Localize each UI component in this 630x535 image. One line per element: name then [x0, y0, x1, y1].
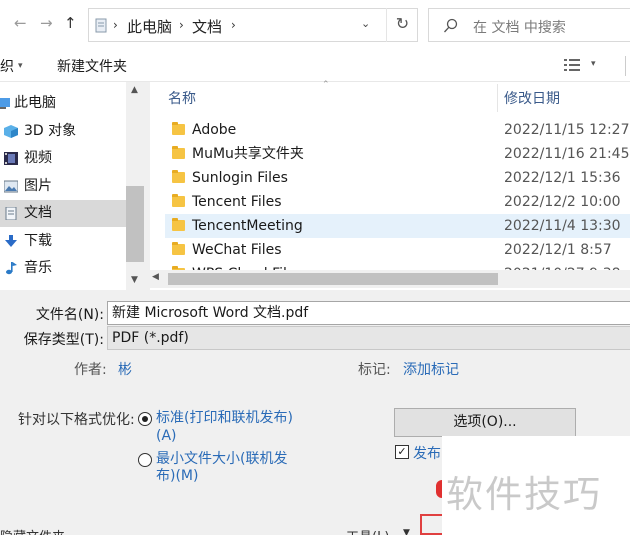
nav-item-documents[interactable]: 文档: [0, 200, 126, 227]
picture-icon: [4, 180, 18, 193]
file-list-scroll-thumb[interactable]: [168, 273, 498, 285]
file-row[interactable]: WeChat Files 2022/12/1 8:57: [165, 238, 630, 262]
radio-standard-label[interactable]: 标准(打印和联机发布): [156, 409, 293, 427]
radio-min-size[interactable]: [138, 453, 152, 467]
address-bar-area: ← → ↑ › 此电脑 › 文档 › ⌄ ↻ 在 文档 中搜索: [0, 0, 630, 50]
hide-folders-toggle[interactable]: 隐藏文件夹: [0, 526, 65, 535]
video-icon: [4, 152, 18, 165]
folder-icon: [172, 194, 185, 207]
back-icon[interactable]: ←: [14, 14, 27, 32]
options-button[interactable]: 选项(O)...: [394, 408, 576, 437]
toolbar: 织 ▾ 新建文件夹 ▾: [0, 50, 630, 82]
music-icon: [6, 262, 17, 275]
watermark-text: 软件技巧: [446, 473, 602, 516]
nav-item-music[interactable]: 音乐: [0, 255, 126, 282]
nav-item-videos[interactable]: 视频: [0, 145, 126, 172]
nav-scroll-thumb[interactable]: [126, 186, 144, 262]
new-folder-button[interactable]: 新建文件夹: [57, 56, 127, 76]
file-row-selected[interactable]: TencentMeeting 2022/11/4 13:30: [165, 214, 630, 238]
organize-button[interactable]: 织: [0, 56, 14, 76]
author-field[interactable]: 彬: [118, 359, 132, 379]
search-box[interactable]: 在 文档 中搜索: [428, 8, 630, 42]
up-icon[interactable]: ↑: [64, 14, 77, 32]
nav-item-this-pc[interactable]: 此电脑: [0, 90, 126, 117]
filetype-label: 保存类型(T):: [23, 332, 104, 348]
folder-icon: [172, 146, 185, 159]
column-divider[interactable]: [497, 84, 498, 112]
chevron-down-icon[interactable]: ⌄: [361, 17, 370, 30]
filename-label: 文件名(N):: [35, 307, 104, 323]
publish-checkbox[interactable]: ✓: [395, 445, 409, 459]
radio-standard[interactable]: [138, 412, 152, 426]
navigation-pane: 此电脑 3D 对象 视频 图片 文档 下载 音乐: [0, 82, 144, 290]
cube-icon: [4, 125, 18, 138]
document-location-icon: [95, 18, 107, 33]
publish-checkbox-label[interactable]: 发布: [413, 443, 441, 463]
view-list-icon[interactable]: [564, 58, 580, 72]
folder-icon: [172, 170, 185, 183]
author-label: 作者:: [74, 362, 107, 378]
computer-icon: [0, 98, 10, 109]
scroll-left-icon[interactable]: ◀: [152, 272, 159, 282]
tools-menu-button[interactable]: 工具(L): [346, 526, 389, 535]
watermark: 软件技巧: [442, 436, 630, 535]
nav-item-pictures[interactable]: 图片: [0, 173, 126, 200]
breadcrumb-item-this-pc[interactable]: 此电脑: [127, 16, 172, 37]
folder-icon: [172, 218, 185, 231]
file-row[interactable]: Tencent Files 2022/12/2 10:00: [165, 190, 630, 214]
scroll-up-icon[interactable]: ▲: [131, 85, 138, 95]
sort-caret-icon: ⌃: [322, 80, 330, 90]
refresh-icon[interactable]: ↻: [386, 8, 418, 42]
folder-icon: [172, 122, 185, 135]
folder-icon: [172, 242, 185, 255]
scroll-down-icon[interactable]: ▼: [131, 275, 138, 285]
radio-min-size-label[interactable]: 最小文件大小(联机发: [156, 450, 287, 468]
chevron-right-icon: ›: [179, 18, 184, 32]
optimize-label: 针对以下格式优化:: [18, 412, 135, 428]
caret-down-icon: ▾: [18, 61, 23, 71]
nav-scrollbar[interactable]: ▲ ▼: [126, 82, 144, 290]
chevron-right-icon: ›: [113, 18, 118, 32]
file-row[interactable]: Adobe 2022/11/15 12:27: [165, 118, 630, 142]
toolbar-divider: [625, 56, 626, 76]
nav-item-3d-objects[interactable]: 3D 对象: [0, 118, 126, 145]
file-list-scrollbar[interactable]: ◀: [148, 270, 630, 288]
filename-input[interactable]: 新建 Microsoft Word 文档.pdf: [107, 301, 630, 325]
chevron-right-icon: ›: [231, 18, 236, 32]
breadcrumb-item-documents[interactable]: 文档: [192, 16, 222, 37]
column-header-name[interactable]: 名称: [168, 88, 196, 108]
document-icon: [5, 207, 17, 220]
file-row[interactable]: MuMu共享文件夹 2022/11/16 21:45: [165, 142, 630, 166]
filetype-select[interactable]: PDF (*.pdf): [107, 326, 630, 350]
search-icon: [444, 18, 458, 33]
radio-standard-label-2[interactable]: (A): [156, 427, 177, 445]
download-icon: [5, 235, 17, 247]
forward-icon[interactable]: →: [40, 14, 53, 32]
address-bar[interactable]: › 此电脑 › 文档 › ⌄: [88, 8, 418, 42]
radio-min-size-label-2[interactable]: 布)(M): [156, 467, 198, 485]
search-placeholder: 在 文档 中搜索: [473, 20, 566, 36]
file-row[interactable]: Sunlogin Files 2022/12/1 15:36: [165, 166, 630, 190]
tags-field[interactable]: 添加标记: [403, 359, 459, 379]
tags-label: 标记:: [358, 362, 391, 378]
nav-item-downloads[interactable]: 下载: [0, 228, 126, 255]
column-header-date[interactable]: 修改日期: [504, 88, 560, 108]
view-caret-icon[interactable]: ▾: [591, 59, 596, 69]
tools-caret-icon: ▼: [403, 528, 410, 535]
